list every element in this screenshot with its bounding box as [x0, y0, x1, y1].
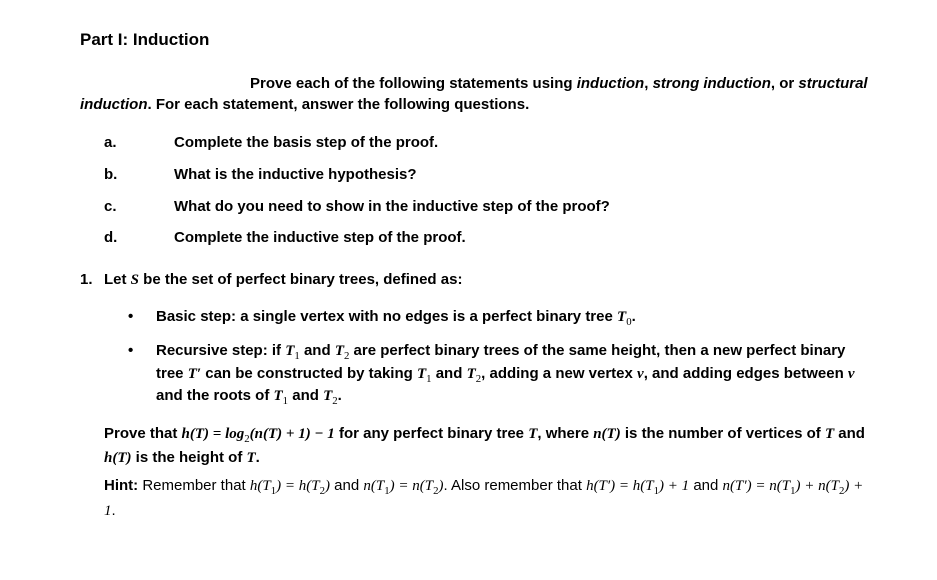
- intro-paragraph: Prove each of the following statements u…: [80, 73, 877, 117]
- prove-eq: h(T) = log2(n(T) + 1) − 1: [182, 426, 335, 442]
- subquestion-a: a. Complete the basis step of the proof.: [104, 132, 877, 154]
- subquestion-c: c. What do you need to show in the induc…: [104, 196, 877, 218]
- b2-v2: v: [848, 366, 855, 382]
- q1-S: S: [131, 272, 139, 288]
- prove-nT: n(T): [593, 426, 621, 442]
- sub-text-b: What is the inductive hypothesis?: [174, 164, 877, 186]
- hint-a: Remember that: [138, 477, 250, 494]
- b2-T1b: T1: [417, 366, 432, 382]
- q1-bullet-basic-text: Basic step: a single vertex with no edge…: [156, 306, 877, 329]
- b2-i: and: [288, 387, 323, 404]
- b2-d: can be constructed by taking: [201, 365, 417, 382]
- hint-d: and: [689, 477, 722, 494]
- prove-T3: T: [247, 450, 256, 466]
- prove-hT: h(T): [104, 450, 132, 466]
- b2-T1c: T1: [274, 388, 289, 404]
- b1-b: .: [632, 308, 636, 325]
- intro-em-induction: induction: [577, 75, 645, 92]
- prove-a: Prove that: [104, 425, 182, 442]
- b2-a: Recursive step: if: [156, 342, 285, 359]
- hint-e2: n(T1) = n(T2): [363, 478, 443, 494]
- hint-label: Hint:: [104, 477, 138, 494]
- prove-d: is the number of vertices of: [621, 425, 825, 442]
- q1-bullet-recursive: • Recursive step: if T1 and T2 are perfe…: [128, 340, 877, 408]
- subquestion-d: d. Complete the inductive step of the pr…: [104, 227, 877, 249]
- intro-em-strong: strong induction: [653, 75, 771, 92]
- prove-T: T: [528, 426, 537, 442]
- sub-label-d: d.: [104, 227, 174, 249]
- q1-intro-text: Let S be the set of perfect binary trees…: [104, 269, 877, 292]
- hint-e: .: [112, 502, 116, 519]
- bullet-icon: •: [128, 306, 156, 329]
- b2-e: and: [432, 365, 467, 382]
- b2-T2b: T2: [467, 366, 482, 382]
- prove-T2: T: [825, 426, 834, 442]
- hint-c: . Also remember that: [444, 477, 587, 494]
- q1-intro-b: be the set of perfect binary trees, defi…: [139, 271, 462, 288]
- b2-T1: T1: [285, 343, 300, 359]
- q1-bullet-recursive-text: Recursive step: if T1 and T2 are perfect…: [156, 340, 877, 408]
- bullet-icon: •: [128, 340, 156, 408]
- intro-sep1: ,: [644, 75, 652, 92]
- page: Part I: Induction Prove each of the foll…: [0, 0, 937, 580]
- sub-text-a: Complete the basis step of the proof.: [174, 132, 877, 154]
- hint-b: and: [330, 477, 363, 494]
- intro-sep2: , or: [771, 75, 799, 92]
- b2-j: .: [338, 387, 342, 404]
- sub-text-d: Complete the inductive step of the proof…: [174, 227, 877, 249]
- q1-number: 1.: [80, 269, 104, 292]
- q1-bullet-list: • Basic step: a single vertex with no ed…: [128, 306, 877, 408]
- prove-b: for any perfect binary tree: [335, 425, 528, 442]
- subquestion-b: b. What is the inductive hypothesis?: [104, 164, 877, 186]
- b2-T2: T2: [335, 343, 350, 359]
- intro-lead: Prove each of the following statements u…: [250, 75, 577, 92]
- b2-Tp: T′: [188, 366, 201, 382]
- b2-T2c: T2: [323, 388, 338, 404]
- question-1: 1. Let S be the set of perfect binary tr…: [80, 269, 877, 523]
- b1-a: Basic step: a single vertex with no edge…: [156, 308, 617, 325]
- b2-b: and: [300, 342, 335, 359]
- sub-text-c: What do you need to show in the inductiv…: [174, 196, 877, 218]
- q1-bullet-basic: • Basic step: a single vertex with no ed…: [128, 306, 877, 329]
- subquestion-list: a. Complete the basis step of the proof.…: [104, 132, 877, 249]
- prove-c: , where: [537, 425, 593, 442]
- q1-intro-a: Let: [104, 271, 131, 288]
- hint-e1: h(T1) = h(T2): [250, 478, 330, 494]
- q1-hint: Hint: Remember that h(T1) = h(T2) and n(…: [104, 474, 877, 523]
- sub-label-b: b.: [104, 164, 174, 186]
- sub-label-c: c.: [104, 196, 174, 218]
- b2-v: v: [637, 366, 644, 382]
- sub-label-a: a.: [104, 132, 174, 154]
- q1-intro: 1. Let S be the set of perfect binary tr…: [80, 269, 877, 292]
- prove-e: and: [834, 425, 865, 442]
- hint-e3: h(T′) = h(T1) + 1: [586, 478, 689, 494]
- b2-f: , adding a new vertex: [481, 365, 637, 382]
- prove-f: is the height of: [132, 449, 247, 466]
- b2-g: , and adding edges between: [644, 365, 848, 382]
- prove-g: .: [256, 449, 260, 466]
- intro-tail: . For each statement, answer the followi…: [148, 96, 530, 113]
- b1-T0: T0: [617, 309, 632, 325]
- q1-prove: Prove that h(T) = log2(n(T) + 1) − 1 for…: [104, 422, 877, 471]
- b2-h: and the roots of: [156, 387, 274, 404]
- section-title: Part I: Induction: [80, 28, 877, 53]
